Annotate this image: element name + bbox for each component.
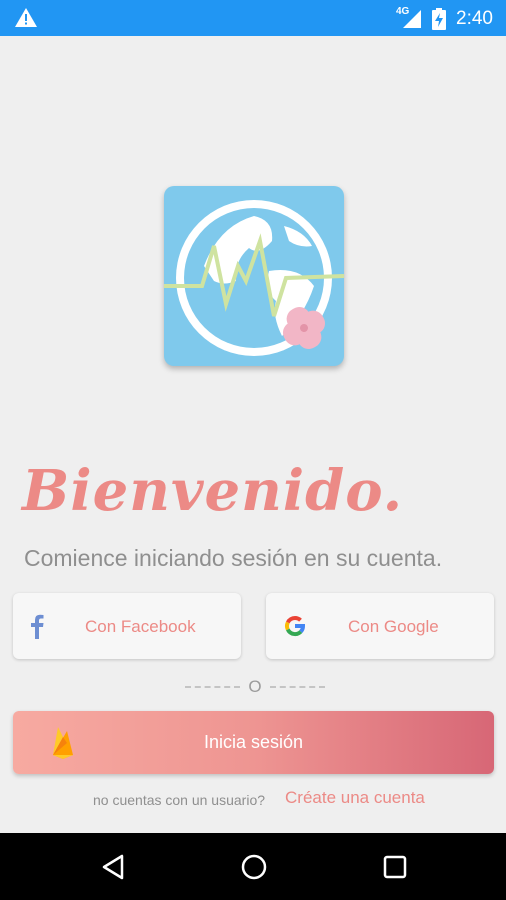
signup-question: no cuentas con un usuario? [93,792,266,808]
login-button[interactable]: Inicia sesión [13,711,494,774]
google-login-button[interactable]: Con Google [266,593,494,659]
login-button-label: Inicia sesión [203,732,304,752]
app-logo [164,186,344,366]
navigation-bar [0,833,506,900]
google-button-label: Con Google [348,617,439,636]
status-bar: 4G 2:40 [0,0,506,36]
signal-icon [400,9,422,34]
facebook-login-button[interactable]: Con Facebook [13,593,241,659]
status-time: 2:40 [456,8,493,29]
warning-icon [14,7,38,33]
subtitle: Comience iniciando sesión en su cuenta. [24,545,443,571]
separator-line [185,685,241,688]
recents-icon[interactable] [382,853,408,886]
create-account-link[interactable]: Créate una cuenta [285,788,425,808]
back-icon[interactable] [100,853,126,886]
home-icon[interactable] [240,853,268,886]
separator-line [269,685,325,688]
battery-charging-icon [432,8,446,35]
facebook-icon [29,613,45,644]
separator-text: O [248,676,262,696]
or-separator: O [185,676,325,697]
facebook-button-label: Con Facebook [85,617,196,636]
google-icon [282,613,308,644]
welcome-title: Bienvenido. [22,458,404,524]
globe-heartbeat-logo [164,200,344,356]
